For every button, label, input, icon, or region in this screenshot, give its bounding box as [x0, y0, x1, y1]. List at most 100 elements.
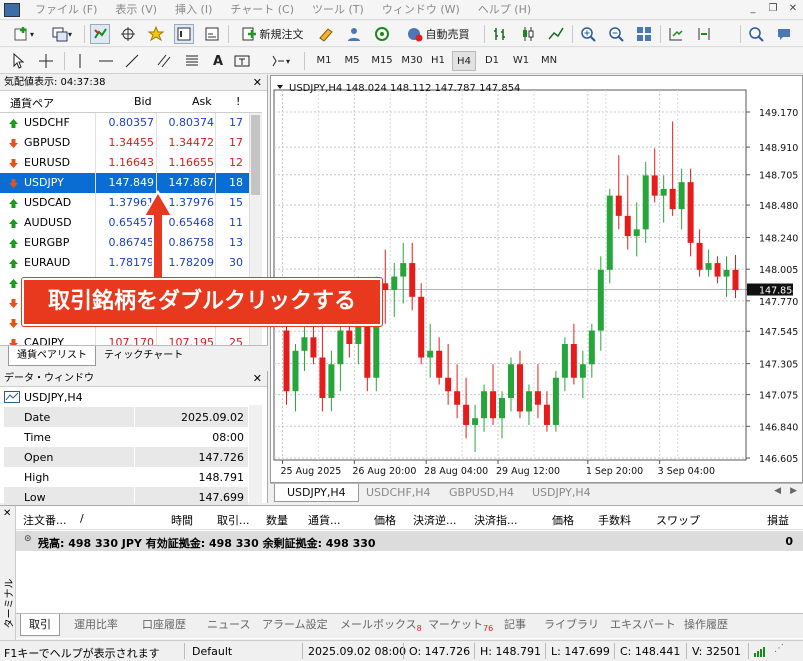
- candlestick-button[interactable]: [518, 24, 538, 44]
- channel-button[interactable]: [154, 51, 174, 71]
- close-icon[interactable]: ✕: [253, 371, 262, 387]
- line-chart-button[interactable]: [546, 24, 566, 44]
- text-button[interactable]: A: [208, 51, 228, 71]
- signals-button[interactable]: [372, 24, 392, 44]
- col-swap[interactable]: スワップ: [656, 512, 700, 528]
- menu-chart[interactable]: チャート (C): [221, 0, 303, 20]
- new-order-button[interactable]: 新規注文: [234, 24, 310, 44]
- fibonacci-button[interactable]: [182, 51, 202, 71]
- tab-experts[interactable]: エキスパート: [602, 614, 684, 636]
- close-icon[interactable]: ✕: [3, 508, 11, 519]
- navigator-toggle[interactable]: [146, 24, 166, 44]
- col-profit[interactable]: 損益: [767, 512, 789, 528]
- chart-tab-usdjpy-2[interactable]: USDJPY,H4: [520, 484, 603, 502]
- cursor-button[interactable]: [8, 51, 28, 71]
- shapes-dropdown[interactable]: ▾: [262, 51, 298, 71]
- metaeditor-button[interactable]: [316, 24, 336, 44]
- tile-windows-button[interactable]: [634, 24, 654, 44]
- symbol-row[interactable]: USDCAD 1.37961 1.37976 15: [0, 193, 262, 213]
- tab-tick-chart[interactable]: ティックチャート: [96, 346, 191, 366]
- tab-articles[interactable]: 記事: [496, 614, 534, 636]
- col-symbol[interactable]: 通貨...: [308, 512, 341, 528]
- status-grip-icon[interactable]: ⋰: [774, 643, 784, 654]
- close-icon[interactable]: ✕: [253, 75, 262, 91]
- col-sl[interactable]: 決済逆...: [413, 512, 457, 528]
- terminal-toggle[interactable]: [174, 24, 194, 44]
- crosshair-button[interactable]: [36, 51, 56, 71]
- profiles-button[interactable]: ▾: [46, 24, 78, 44]
- chat-button[interactable]: [774, 24, 794, 44]
- col-tp[interactable]: 決済指...: [474, 512, 518, 528]
- col-sort[interactable]: /: [80, 512, 84, 525]
- col-symbol[interactable]: 通貨ペア: [10, 95, 54, 111]
- autoscroll-button[interactable]: [666, 24, 686, 44]
- col-spread[interactable]: !: [236, 95, 240, 108]
- symbol-row[interactable]: EURUSD 1.16643 1.16655 12: [0, 153, 262, 173]
- symbol-row[interactable]: USDJPY 147.849 147.867 18: [0, 173, 262, 193]
- market-watch-toggle[interactable]: [90, 24, 110, 44]
- tf-m5[interactable]: M5: [338, 51, 366, 71]
- zoom-in-button[interactable]: [578, 24, 598, 44]
- symbol-row[interactable]: AUDUSD 0.65457 0.65468 11: [0, 213, 262, 233]
- chart-tab-usdjpy[interactable]: USDJPY,H4: [274, 484, 359, 502]
- col-price-current[interactable]: 価格: [552, 512, 574, 528]
- tab-news[interactable]: ニュース: [199, 614, 258, 636]
- scrollbar-thumb[interactable]: [251, 115, 260, 195]
- tab-exposure[interactable]: 運用比率: [66, 614, 126, 636]
- tf-d1[interactable]: D1: [480, 51, 504, 71]
- col-bid[interactable]: Bid: [134, 95, 152, 108]
- vertical-line-button[interactable]: [70, 51, 90, 71]
- minimize-icon[interactable]: _: [743, 2, 763, 17]
- col-type[interactable]: 取引...: [217, 512, 250, 528]
- balance-row[interactable]: ⊙ 残高: 498 330 JPY 有効証拠金: 498 330 余剰証拠金: …: [16, 531, 803, 551]
- tab-history[interactable]: 口座履歴: [134, 614, 194, 636]
- trendline-button[interactable]: [122, 51, 142, 71]
- tf-w1[interactable]: W1: [508, 51, 534, 71]
- col-order[interactable]: 注文番...: [23, 512, 67, 528]
- bar-chart-button[interactable]: [490, 24, 510, 44]
- tab-symbols[interactable]: 通貨ペアリスト: [8, 346, 96, 366]
- symbol-row[interactable]: EURAUD 1.78179 1.78209 30: [0, 253, 262, 273]
- label-button[interactable]: [232, 51, 252, 71]
- zoom-out-button[interactable]: [606, 24, 626, 44]
- tf-h1[interactable]: H1: [426, 51, 450, 71]
- menu-help[interactable]: ヘルプ (H): [469, 0, 540, 20]
- tf-h4[interactable]: H4: [452, 51, 476, 71]
- experts-button[interactable]: [344, 24, 364, 44]
- col-ask[interactable]: Ask: [192, 95, 212, 108]
- data-window-scrollbar[interactable]: [249, 405, 262, 503]
- restore-icon[interactable]: ❐: [763, 2, 783, 17]
- tf-m15[interactable]: M15: [366, 51, 398, 71]
- tab-alerts[interactable]: アラーム設定: [254, 614, 336, 636]
- close-icon[interactable]: ✕: [783, 2, 803, 17]
- tf-mn[interactable]: MN: [536, 51, 562, 71]
- symbol-row[interactable]: GBPUSD 1.34455 1.34472 17: [0, 133, 262, 153]
- tab-scroll-left-icon[interactable]: ◀: [774, 486, 781, 496]
- chart-tab-gbpusd[interactable]: GBPUSD,H4: [437, 484, 526, 502]
- tab-scroll-right-icon[interactable]: ▶: [790, 486, 797, 496]
- auto-trading-button[interactable]: 自動売買: [400, 24, 476, 44]
- col-commission[interactable]: 手数料: [598, 512, 631, 528]
- symbol-row[interactable]: EURGBP 0.86745 0.86758 13: [0, 233, 262, 253]
- data-window-toggle[interactable]: [118, 24, 138, 44]
- search-button[interactable]: [746, 24, 766, 44]
- tab-trade[interactable]: 取引: [20, 614, 60, 636]
- menu-insert[interactable]: 挿入 (I): [166, 0, 221, 20]
- col-price[interactable]: 価格: [374, 512, 396, 528]
- new-chart-button[interactable]: ▾: [8, 24, 40, 44]
- tab-library[interactable]: ライブラリ: [536, 614, 607, 636]
- tf-m30[interactable]: M30: [398, 51, 426, 71]
- horizontal-line-button[interactable]: [96, 51, 116, 71]
- chart-shift-button[interactable]: [694, 24, 714, 44]
- menu-view[interactable]: 表示 (V): [106, 0, 166, 20]
- col-volume[interactable]: 数量: [266, 512, 288, 528]
- chart-tab-usdchf[interactable]: USDCHF,H4: [354, 484, 443, 502]
- tab-market[interactable]: マーケット76: [420, 614, 501, 636]
- menu-file[interactable]: ファイル (F): [26, 0, 106, 20]
- menu-window[interactable]: ウィンドウ (W): [373, 0, 469, 20]
- symbol-row[interactable]: USDCHF 0.80357 0.80374 17: [0, 113, 262, 133]
- tab-mailbox[interactable]: メールボックス8: [332, 614, 430, 636]
- tf-m1[interactable]: M1: [310, 51, 338, 71]
- col-time[interactable]: 時間: [171, 512, 193, 528]
- menu-tools[interactable]: ツール (T): [303, 0, 373, 20]
